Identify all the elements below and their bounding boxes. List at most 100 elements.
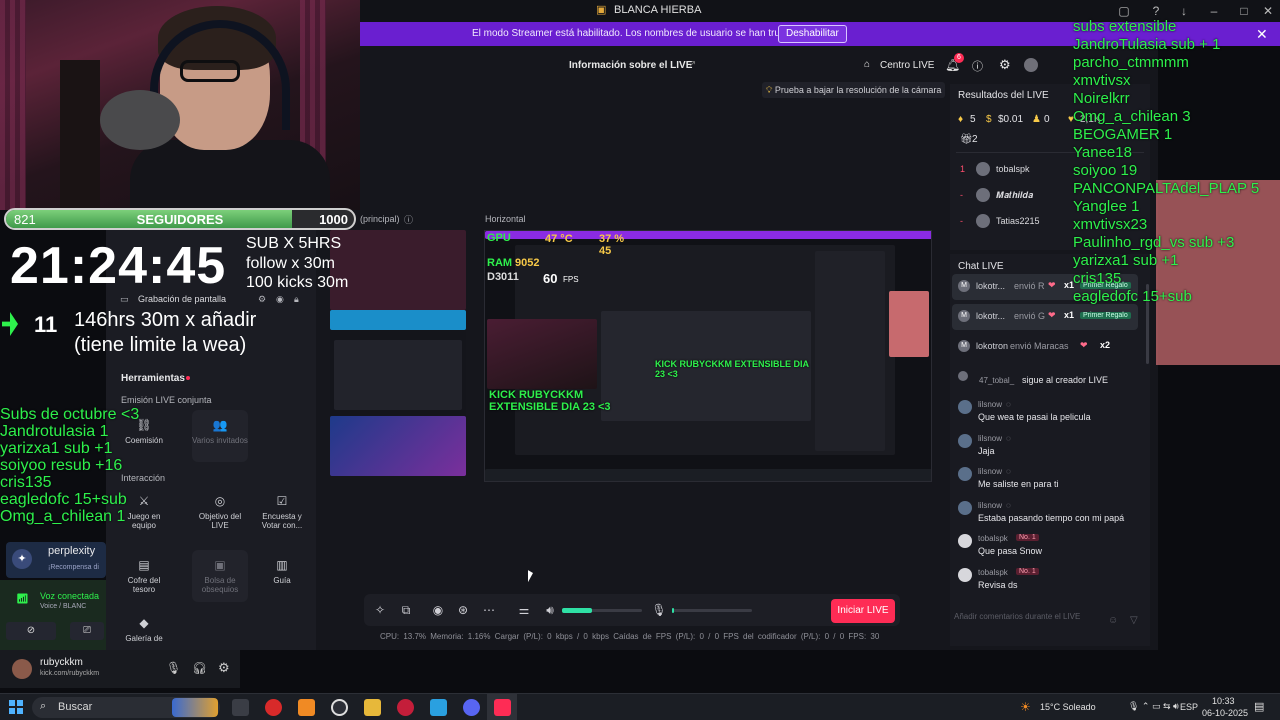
gift-user[interactable]: lokotron	[976, 341, 1008, 351]
user-status: kick.com/rubyckkm	[40, 670, 100, 677]
avatar[interactable]	[958, 400, 972, 414]
minimize-icon[interactable]: –	[1205, 3, 1223, 19]
tiktok-live-icon[interactable]	[494, 699, 511, 716]
task-view-icon[interactable]	[232, 699, 249, 716]
sub-list-entry: xmvtivsx23	[1073, 216, 1148, 233]
verified-icon: ◌	[1006, 500, 1011, 510]
live-chat-panel: Chat LIVE Mlokotr... envió R ❤ x1 Primer Reg…	[950, 254, 1150, 646]
mute-video-button[interactable]: ⊘	[6, 622, 56, 640]
equalizer-icon[interactable]: ⚌	[516, 602, 532, 618]
chat-username[interactable]: lilsnow	[978, 501, 1002, 510]
gift-action: envió G	[1014, 311, 1046, 321]
sub-list-entry: yarizxa1 sub +1	[0, 440, 113, 457]
chat-message-text: Me saliste en para ti	[978, 479, 1059, 489]
gift-action: envió R	[1014, 281, 1045, 291]
store-icon[interactable]	[430, 699, 447, 716]
mic-level-slider[interactable]	[672, 608, 752, 613]
visibility-eye-icon[interactable]: ◉	[276, 294, 284, 305]
live-info-title[interactable]: Información sobre el LIVE	[569, 60, 692, 71]
avatar[interactable]: M	[958, 310, 970, 322]
follow-notice-user[interactable]: 47_tobal_	[979, 376, 1014, 385]
layout-icon[interactable]: ⧉	[398, 602, 414, 618]
chat-username[interactable]: lilsnow	[978, 434, 1002, 443]
taskbar-search[interactable]: ⌕ Buscar	[32, 697, 220, 718]
vertical-preview	[330, 230, 466, 476]
file-explorer-icon[interactable]	[364, 699, 381, 716]
followers-label: SEGUIDORES	[136, 212, 224, 227]
filter-icon[interactable]: ▽	[1130, 615, 1138, 626]
viewer-name[interactable]: tobalspk	[996, 164, 1030, 174]
co-stream-section-label: Emisión LIVE conjunta	[121, 395, 212, 405]
clock-date[interactable]: 06-10-2025	[1202, 708, 1248, 718]
windows-start-icon[interactable]	[9, 700, 23, 714]
tool-target[interactable]: ◎ Objetivo del LIVE	[192, 486, 248, 538]
disable-streamer-button[interactable]: Deshabilitar	[778, 25, 847, 43]
headphones-icon[interactable]: 🎧︎	[192, 661, 207, 675]
lock-icon[interactable]: 🔒︎	[294, 294, 299, 305]
more-icon[interactable]: ⋯	[481, 602, 497, 618]
live-center-link[interactable]: Centro LIVE	[880, 60, 934, 71]
discord-icon[interactable]	[463, 699, 480, 716]
chat-username[interactable]: tobalspk	[978, 534, 1008, 543]
chat-username[interactable]: lilsnow	[978, 467, 1002, 476]
viewer-name[interactable]: Tatias2215	[996, 216, 1040, 226]
language-indicator[interactable]: ESP	[1180, 702, 1198, 712]
microphone-icon[interactable]: 🎙︎	[651, 602, 667, 618]
mic-toggle-icon[interactable]: 🎙︎	[166, 661, 181, 675]
preview-fps-value: 60	[543, 271, 558, 286]
perplexity-promo[interactable]: ✦ perplexity ¡Recompensa di	[6, 542, 106, 578]
user-settings-icon[interactable]: ⚙	[218, 660, 230, 676]
avatar[interactable]	[958, 534, 972, 548]
emoji-icon[interactable]: ☺	[1108, 615, 1118, 626]
screen-share-button[interactable]: ⎚	[70, 622, 104, 640]
preview-kick-banner-nested: KICK RUBYCKKM EXTENSIBLE DIA 23 <3	[655, 359, 809, 379]
download-icon[interactable]: ↓	[1175, 3, 1193, 19]
settings-gear-icon[interactable]: ⚙	[999, 57, 1011, 73]
tool-guide[interactable]: ▥ Guía	[254, 550, 310, 602]
user-avatar[interactable]	[12, 659, 32, 679]
voice-channel[interactable]: Voice / BLANC	[40, 603, 86, 610]
gift-user[interactable]: lokotr...	[976, 281, 1005, 291]
avatar[interactable]	[976, 162, 990, 176]
record-icon[interactable]: ◉	[430, 602, 446, 618]
avatar[interactable]	[958, 433, 972, 448]
app-icon-orange[interactable]	[298, 699, 315, 716]
maximize-icon[interactable]: □	[1235, 3, 1253, 19]
avatar[interactable]	[976, 188, 990, 202]
close-icon[interactable]: ✕	[1259, 3, 1277, 19]
screenshot-icon[interactable]: ▢	[1115, 3, 1133, 19]
avatar[interactable]: M	[958, 340, 970, 352]
camera-switch-icon[interactable]: ⊛	[455, 602, 471, 618]
tool-poll[interactable]: ☑ Encuesta y Votar con...	[254, 486, 310, 538]
chat-username[interactable]: lilsnow	[978, 400, 1002, 409]
avatar[interactable]	[1024, 58, 1038, 72]
avatar[interactable]	[958, 500, 972, 515]
weather-text[interactable]: 15°C Soleado	[1040, 702, 1096, 712]
notifications-icon[interactable]: ▤	[1254, 700, 1264, 713]
volume-icon[interactable]: 🔊︎	[542, 602, 558, 618]
app-icon-red[interactable]	[397, 699, 414, 716]
avatar[interactable]	[958, 467, 972, 481]
volume-slider[interactable]	[562, 608, 642, 613]
viewer-name[interactable]: 𝑴𝒂𝒕𝒉𝒊𝒍𝒅𝒂	[996, 190, 1033, 201]
microphone	[100, 90, 180, 150]
gift-user[interactable]: lokotr...	[976, 311, 1005, 321]
source-settings-icon[interactable]: ⚙	[258, 294, 266, 305]
avatar[interactable]	[976, 214, 990, 228]
avatar[interactable]	[958, 567, 972, 582]
opera-icon[interactable]	[265, 699, 282, 716]
share-icon[interactable]: ↗	[688, 59, 696, 70]
follower-goal-bar: SEGUIDORES 821 1000	[4, 208, 356, 230]
clock-time[interactable]: 10:33	[1212, 696, 1235, 706]
magic-wand-icon[interactable]: ✧	[372, 602, 388, 618]
sub-count: 11	[34, 312, 58, 337]
avatar[interactable]: M	[958, 280, 970, 292]
tray-icons[interactable]: 🎙︎ ⌃ ▭ ⇆ 🔊︎	[1128, 701, 1179, 712]
go-live-button[interactable]: Iniciar LIVE	[831, 599, 895, 623]
preview-wallpaper	[330, 416, 466, 476]
help-icon[interactable]: ?	[1147, 3, 1165, 19]
obs-icon[interactable]	[331, 699, 348, 716]
tool-chest[interactable]: ▤ Cofre del tesoro	[116, 550, 172, 602]
chat-username[interactable]: tobalspk	[978, 568, 1008, 577]
help-circle-icon[interactable]: ⓘ	[972, 58, 983, 74]
